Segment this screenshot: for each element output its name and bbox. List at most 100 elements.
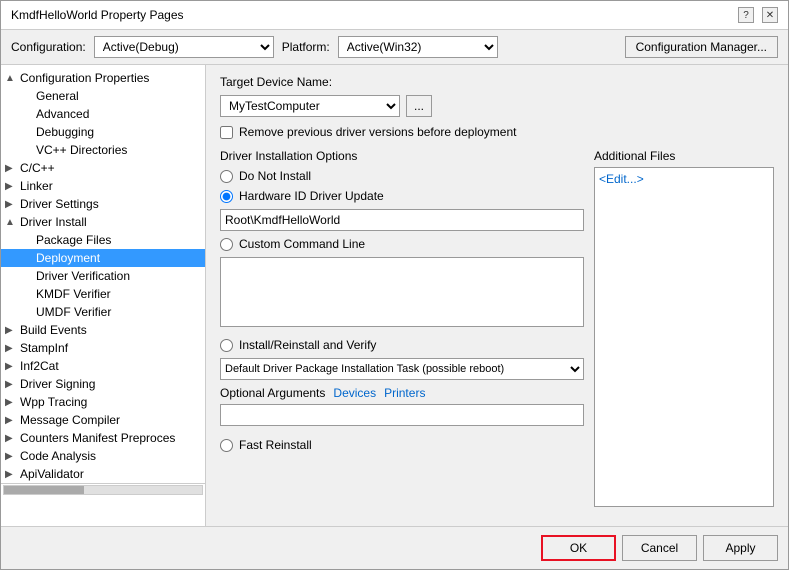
radio-custom-command-label: Custom Command Line — [239, 237, 365, 251]
sidebar-item-label: Counters Manifest Preproces — [20, 431, 175, 445]
radio-install-reinstall-label: Install/Reinstall and Verify — [239, 338, 376, 352]
config-manager-button[interactable]: Configuration Manager... — [625, 36, 778, 58]
sidebar-item-label: Code Analysis — [20, 449, 96, 463]
radio-hardware-id[interactable] — [220, 190, 233, 203]
sidebar-item-label: Driver Install — [20, 215, 87, 229]
radio-fast-reinstall[interactable] — [220, 439, 233, 452]
sidebar-item-linker[interactable]: ▶ Linker — [1, 177, 205, 195]
main-content: ▲ Configuration Properties General Advan… — [1, 65, 788, 526]
sidebar-item-code-analysis[interactable]: ▶ Code Analysis — [1, 447, 205, 465]
radio-fast-reinstall-row: Fast Reinstall — [220, 438, 584, 452]
expand-icon: ▶ — [5, 433, 17, 444]
driver-install-options: Driver Installation Options Do Not Insta… — [220, 149, 584, 507]
ok-button[interactable]: OK — [541, 535, 616, 561]
custom-command-textarea[interactable] — [220, 257, 584, 327]
radio-install-reinstall[interactable] — [220, 339, 233, 352]
optional-args-input[interactable] — [220, 404, 584, 426]
sidebar: ▲ Configuration Properties General Advan… — [1, 65, 206, 526]
cancel-button[interactable]: Cancel — [622, 535, 697, 561]
radio-do-not-install[interactable] — [220, 170, 233, 183]
sidebar-item-general[interactable]: General — [1, 87, 205, 105]
sidebar-item-label: UMDF Verifier — [36, 305, 111, 319]
title-bar: KmdfHelloWorld Property Pages ? ✕ — [1, 1, 788, 30]
sidebar-item-kmdf-verifier[interactable]: KMDF Verifier — [1, 285, 205, 303]
optional-args-label: Optional Arguments — [220, 386, 325, 400]
sidebar-item-deployment[interactable]: Deployment — [1, 249, 205, 267]
radio-do-not-install-row: Do Not Install — [220, 169, 584, 183]
optional-args-row: Optional Arguments Devices Printers — [220, 386, 584, 400]
expand-icon: ▲ — [5, 217, 17, 228]
sidebar-item-api-validator[interactable]: ▶ ApiValidator — [1, 465, 205, 483]
driver-install-options-label: Driver Installation Options — [220, 149, 584, 163]
sidebar-item-package-files[interactable]: Package Files — [1, 231, 205, 249]
expand-icon: ▶ — [5, 361, 17, 372]
sidebar-item-driver-signing[interactable]: ▶ Driver Signing — [1, 375, 205, 393]
content-area: Target Device Name: MyTestComputer ... R… — [206, 65, 788, 526]
section-group: Driver Installation Options Do Not Insta… — [220, 149, 774, 507]
sidebar-item-debugging[interactable]: Debugging — [1, 123, 205, 141]
target-device-label: Target Device Name: — [220, 75, 774, 89]
help-button[interactable]: ? — [738, 7, 754, 23]
sidebar-item-label: Wpp Tracing — [20, 395, 87, 409]
sidebar-item-driver-verification[interactable]: Driver Verification — [1, 267, 205, 285]
remove-previous-label: Remove previous driver versions before d… — [239, 125, 516, 139]
sidebar-item-label: ApiValidator — [20, 467, 84, 481]
sidebar-item-label: Debugging — [36, 125, 94, 139]
hardware-id-input[interactable]: Root\KmdfHelloWorld — [220, 209, 584, 231]
sidebar-item-label: Inf2Cat — [20, 359, 59, 373]
install-task-row: Default Driver Package Installation Task… — [220, 358, 584, 380]
target-device-select[interactable]: MyTestComputer — [220, 95, 400, 117]
sidebar-item-driver-install[interactable]: ▲ Driver Install — [1, 213, 205, 231]
sidebar-item-driver-settings[interactable]: ▶ Driver Settings — [1, 195, 205, 213]
sidebar-item-label: Linker — [20, 179, 53, 193]
radio-install-reinstall-row: Install/Reinstall and Verify — [220, 338, 584, 352]
radio-custom-command-row: Custom Command Line — [220, 237, 584, 251]
radio-hardware-id-label: Hardware ID Driver Update — [239, 189, 384, 203]
additional-files-value: <Edit...> — [599, 172, 644, 186]
expand-icon: ▶ — [5, 451, 17, 462]
title-bar-buttons: ? ✕ — [738, 7, 778, 23]
expand-icon: ▶ — [5, 415, 17, 426]
sidebar-item-label: KMDF Verifier — [36, 287, 111, 301]
devices-link[interactable]: Devices — [333, 386, 376, 400]
additional-files-box[interactable]: <Edit...> — [594, 167, 774, 507]
sidebar-item-inf2cat[interactable]: ▶ Inf2Cat — [1, 357, 205, 375]
sidebar-item-config-properties[interactable]: ▲ Configuration Properties — [1, 69, 205, 87]
sidebar-item-stampinf[interactable]: ▶ StampInf — [1, 339, 205, 357]
expand-icon: ▶ — [5, 163, 17, 174]
close-button[interactable]: ✕ — [762, 7, 778, 23]
sidebar-item-label: Deployment — [36, 251, 100, 265]
additional-files-title: Additional Files — [594, 149, 774, 163]
ellipsis-button[interactable]: ... — [406, 95, 432, 117]
sidebar-item-label: VC++ Directories — [36, 143, 127, 157]
sidebar-item-advanced[interactable]: Advanced — [1, 105, 205, 123]
install-task-select[interactable]: Default Driver Package Installation Task… — [220, 358, 584, 380]
expand-icon: ▶ — [5, 325, 17, 336]
apply-button[interactable]: Apply — [703, 535, 778, 561]
sidebar-item-build-events[interactable]: ▶ Build Events — [1, 321, 205, 339]
expand-icon: ▶ — [5, 199, 17, 210]
sidebar-item-umdf-verifier[interactable]: UMDF Verifier — [1, 303, 205, 321]
sidebar-item-message-compiler[interactable]: ▶ Message Compiler — [1, 411, 205, 429]
expand-icon: ▲ — [5, 73, 17, 84]
config-select[interactable]: Active(Debug) — [94, 36, 274, 58]
sidebar-item-c-cpp[interactable]: ▶ C/C++ — [1, 159, 205, 177]
sidebar-item-label: Message Compiler — [20, 413, 120, 427]
expand-icon: ▶ — [5, 469, 17, 480]
printers-link[interactable]: Printers — [384, 386, 425, 400]
remove-previous-checkbox[interactable] — [220, 126, 233, 139]
platform-select[interactable]: Active(Win32) — [338, 36, 498, 58]
expand-icon: ▶ — [5, 181, 17, 192]
sidebar-item-label: Driver Signing — [20, 377, 95, 391]
radio-custom-command[interactable] — [220, 238, 233, 251]
sidebar-item-counters-manifest[interactable]: ▶ Counters Manifest Preproces — [1, 429, 205, 447]
sidebar-hscrollbar[interactable] — [1, 483, 205, 495]
remove-previous-row: Remove previous driver versions before d… — [220, 125, 774, 139]
sidebar-item-vc-directories[interactable]: VC++ Directories — [1, 141, 205, 159]
sidebar-item-label: C/C++ — [20, 161, 55, 175]
sidebar-item-wpp-tracing[interactable]: ▶ Wpp Tracing — [1, 393, 205, 411]
expand-icon: ▶ — [5, 379, 17, 390]
radio-hardware-id-row: Hardware ID Driver Update — [220, 189, 584, 203]
additional-files-section: Additional Files <Edit...> — [594, 149, 774, 507]
sidebar-item-label: General — [36, 89, 79, 103]
